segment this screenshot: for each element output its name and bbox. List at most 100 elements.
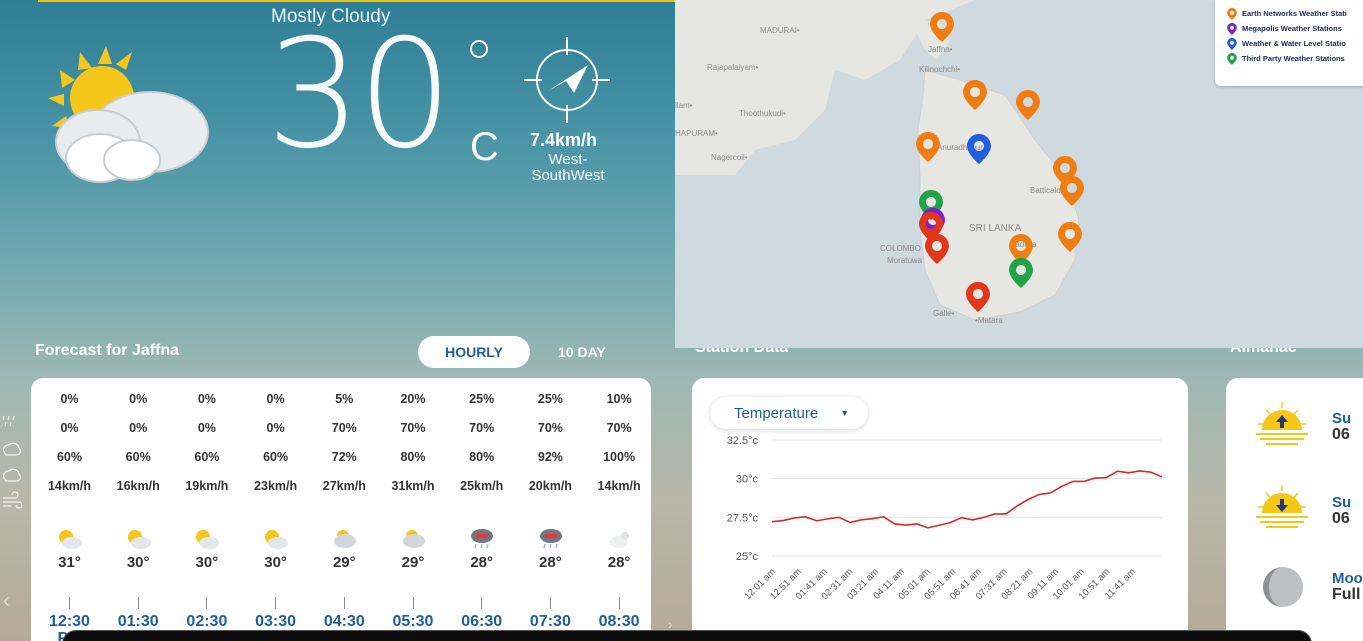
legend-item[interactable]: Megapolis Weather Stations	[1227, 21, 1363, 36]
forecast-cloud: 0%	[266, 421, 285, 435]
forecast-temp: 28°	[539, 554, 562, 571]
forecast-humidity: 60%	[56, 450, 83, 464]
sunrise-value: 06	[1332, 426, 1350, 443]
legend-label: Third Party Weather Stations	[1242, 54, 1345, 63]
thunder-rain-icon	[539, 529, 562, 549]
partly-cloudy-sun-icon	[48, 46, 209, 183]
cloud-sun-icon	[402, 530, 425, 548]
forecast-humidity: 80%	[469, 450, 495, 464]
cloud-moon-icon	[609, 532, 629, 548]
forecast-rain-chance: 25%	[469, 392, 495, 406]
forecast-time: 05:30	[392, 613, 434, 630]
forecast-rain-chance: 0%	[266, 392, 285, 406]
sun-cloud-icon	[127, 530, 151, 549]
metric-icons	[2, 415, 22, 509]
sun-cloud-icon	[265, 530, 289, 549]
forecast-rain-chance: 0%	[129, 392, 148, 406]
station-pin-orange[interactable]	[1060, 176, 1084, 206]
map-legend: Earth Networks Weather Stati Megapolis W…	[1215, 0, 1363, 86]
temperature-chart[interactable]: 32.5°c30°c27.5°c25°c12:01 am12:51 am01:4…	[692, 378, 1188, 641]
forecast-time: 06:30	[461, 613, 503, 630]
station-pin-red[interactable]	[966, 282, 990, 312]
station-pin-blue[interactable]	[967, 134, 991, 164]
time-tick	[137, 597, 139, 609]
forecast-cloud: 70%	[469, 421, 495, 435]
forecast-rain-chance: 0%	[60, 392, 79, 406]
time-tick	[618, 597, 620, 609]
forecast-time: 04:30	[323, 613, 365, 630]
forecast-wind: 14km/h	[597, 479, 641, 493]
forecast-time: 03:30	[255, 613, 297, 630]
sunset-label: Su	[1332, 494, 1352, 511]
forecast-time: 08:30	[598, 613, 640, 630]
station-pin-green[interactable]	[1009, 258, 1033, 288]
thunder-rain-icon	[471, 529, 494, 549]
moon-label: Moo	[1332, 570, 1363, 587]
cloud-rain-icon	[2, 442, 21, 456]
station-pin-orange[interactable]	[1058, 222, 1082, 252]
forecast-column: 0%0%60%19km/h30°02:30PM	[172, 378, 241, 641]
legend-item[interactable]: Earth Networks Weather Stati	[1227, 6, 1363, 21]
station-pin-orange[interactable]	[963, 80, 987, 110]
forecast-humidity: 100%	[603, 450, 636, 464]
time-tick	[69, 597, 70, 609]
forecast-humidity: 80%	[400, 450, 426, 464]
degree-symbol	[470, 40, 488, 58]
forecast-temp: 28°	[607, 554, 631, 571]
cloud-sun-icon	[333, 530, 356, 548]
station-pin-orange[interactable]	[1016, 90, 1040, 120]
y-tick-label: 25°c	[736, 551, 759, 563]
forecast-wind: 25km/h	[460, 479, 504, 493]
sunset-value: 06	[1332, 510, 1350, 527]
sun-cloud-icon	[59, 530, 82, 549]
legend-item[interactable]: Weather & Water Level Statio	[1227, 36, 1363, 51]
forecast-temp: 30°	[126, 554, 150, 571]
sunrise-label: Su	[1332, 410, 1352, 427]
time-tick	[206, 597, 208, 609]
forecast-rain-chance: 25%	[537, 392, 563, 406]
forecast-column: 0%0%60%14km/h31°12:30PM	[35, 378, 104, 641]
prev-arrow-icon[interactable]: ‹	[3, 590, 10, 613]
forecast-cloud: 0%	[129, 421, 148, 435]
station-pin-orange[interactable]	[930, 12, 954, 42]
y-tick-label: 30°c	[736, 474, 759, 486]
forecast-rain-chance: 5%	[335, 392, 354, 406]
tab-10-day[interactable]: 10 DAY	[558, 344, 606, 360]
bottom-overlay-bar	[62, 630, 1312, 641]
cloud-icon	[2, 468, 21, 482]
time-tick	[412, 597, 414, 609]
legend-label: Earth Networks Weather Stati	[1242, 9, 1347, 18]
wind-compass-icon	[524, 37, 610, 123]
station-pin-red[interactable]	[925, 234, 949, 264]
tab-hourly[interactable]: HOURLY	[418, 336, 530, 368]
forecast-wind: 20km/h	[528, 479, 572, 493]
wind-icon	[3, 491, 22, 509]
forecast-column: 25%70%92%20km/h28°07:30PM	[516, 378, 585, 641]
forecast-rain-chance: 20%	[400, 392, 426, 406]
forecast-cloud: 70%	[400, 421, 426, 435]
forecast-cloud: 70%	[606, 421, 632, 435]
forecast-time: 01:30	[117, 613, 159, 630]
time-tick	[549, 597, 551, 609]
forecast-wind: 31km/h	[391, 479, 435, 493]
time-tick	[481, 597, 483, 609]
forecast-wind: 23km/h	[254, 479, 298, 493]
forecast-cloud: 0%	[197, 421, 216, 435]
forecast-temp: 31°	[58, 554, 81, 571]
legend-item[interactable]: Third Party Weather Stations	[1227, 51, 1363, 66]
y-tick-label: 27.5°c	[727, 512, 759, 524]
forecast-humidity: 60%	[194, 450, 220, 464]
temperature-unit: C	[470, 125, 499, 169]
sun-cloud-icon	[196, 530, 220, 549]
forecast-time: 12:30	[49, 613, 90, 630]
almanac-card: Su 06 Su 06 Moo Full	[1226, 378, 1363, 641]
wind-speed: 7.4km/h	[530, 130, 598, 150]
rain-icon	[2, 415, 15, 427]
pin-icon	[1227, 22, 1237, 35]
station-pin-orange[interactable]	[916, 132, 940, 162]
forecast-temp: 30°	[195, 554, 219, 571]
forecast-card: 0%0%60%14km/h31°12:30PM0%0%60%16km/h30°0…	[31, 378, 651, 641]
time-tick	[343, 597, 345, 609]
forecast-wind: 14km/h	[47, 479, 92, 493]
legend-label: Megapolis Weather Stations	[1242, 24, 1342, 33]
